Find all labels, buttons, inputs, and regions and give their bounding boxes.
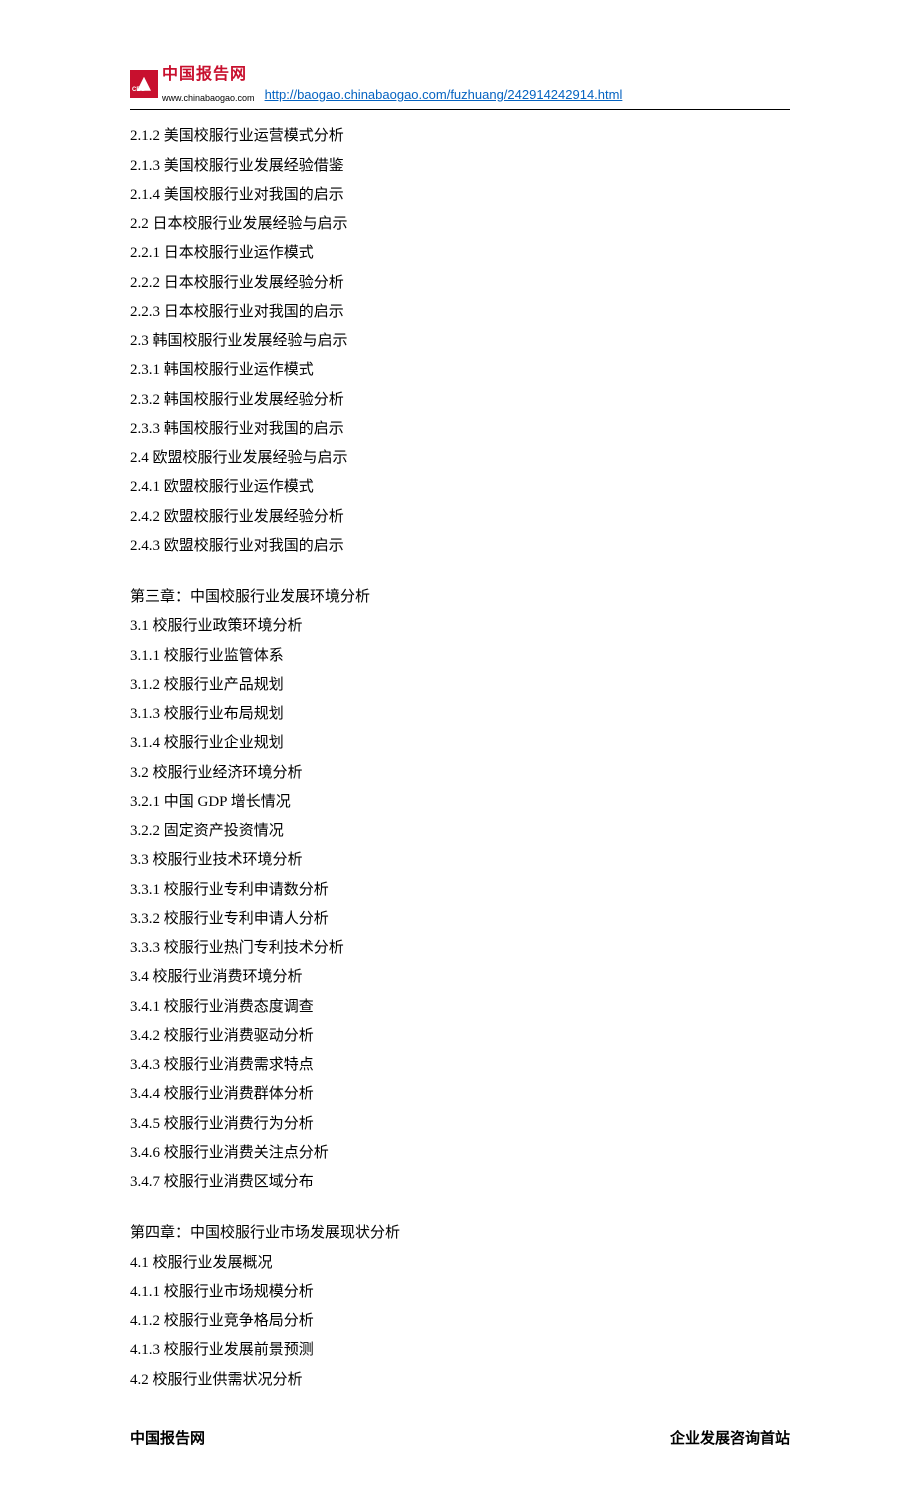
toc-item: 3.4.7 校服行业消费区域分布: [130, 1168, 790, 1197]
header-link[interactable]: http://baogao.chinabaogao.com/fuzhuang/2…: [265, 83, 623, 108]
toc-item: 2.2 日本校服行业发展经验与启示: [130, 210, 790, 239]
toc-item: 4.2 校服行业供需状况分析: [130, 1366, 790, 1395]
toc-item: 2.3.3 韩国校服行业对我国的启示: [130, 415, 790, 444]
toc-item: 2.1.2 美国校服行业运营模式分析: [130, 122, 790, 151]
toc-item: 3.3 校服行业技术环境分析: [130, 846, 790, 875]
footer-left: 中国报告网: [130, 1425, 205, 1454]
logo-subtitle: www.chinabaogao.com: [162, 90, 255, 107]
footer-right: 企业发展咨询首站: [670, 1425, 790, 1454]
toc-item: 3.2.1 中国 GDP 增长情况: [130, 788, 790, 817]
toc-item: 4.1.3 校服行业发展前景预测: [130, 1336, 790, 1365]
toc-item: 3.4.3 校服行业消费需求特点: [130, 1051, 790, 1080]
toc-content: 2.1.2 美国校服行业运营模式分析 2.1.3 美国校服行业发展经验借鉴 2.…: [130, 122, 790, 1395]
logo-block: CBG 中国报告网 www.chinabaogao.com: [130, 60, 255, 107]
toc-item: 2.4.1 欧盟校服行业运作模式: [130, 473, 790, 502]
toc-item: 3.4.1 校服行业消费态度调查: [130, 993, 790, 1022]
toc-item: 3.1.4 校服行业企业规划: [130, 729, 790, 758]
toc-item: 2.1.4 美国校服行业对我国的启示: [130, 181, 790, 210]
toc-item: 3.1.3 校服行业布局规划: [130, 700, 790, 729]
toc-item: 3.4.5 校服行业消费行为分析: [130, 1110, 790, 1139]
chapter-title: 第三章：中国校服行业发展环境分析: [130, 583, 790, 612]
toc-item: 4.1 校服行业发展概况: [130, 1249, 790, 1278]
toc-item: 3.1 校服行业政策环境分析: [130, 612, 790, 641]
toc-item: 2.3 韩国校服行业发展经验与启示: [130, 327, 790, 356]
logo-title: 中国报告网: [162, 60, 255, 90]
toc-item: 2.4.3 欧盟校服行业对我国的启示: [130, 532, 790, 561]
toc-item: 3.3.2 校服行业专利申请人分析: [130, 905, 790, 934]
toc-item: 2.2.2 日本校服行业发展经验分析: [130, 269, 790, 298]
toc-item: 3.3.3 校服行业热门专利技术分析: [130, 934, 790, 963]
toc-item: 2.3.2 韩国校服行业发展经验分析: [130, 386, 790, 415]
toc-item: 2.2.3 日本校服行业对我国的启示: [130, 298, 790, 327]
toc-item: 2.3.1 韩国校服行业运作模式: [130, 356, 790, 385]
toc-item: 4.1.1 校服行业市场规模分析: [130, 1278, 790, 1307]
toc-item: 3.1.2 校服行业产品规划: [130, 671, 790, 700]
page-header: CBG 中国报告网 www.chinabaogao.com http://bao…: [130, 60, 790, 110]
toc-item: 3.4.4 校服行业消费群体分析: [130, 1080, 790, 1109]
logo-cbg-text: CBG: [132, 85, 145, 96]
toc-item: 2.1.3 美国校服行业发展经验借鉴: [130, 152, 790, 181]
toc-item: 4.1.2 校服行业竞争格局分析: [130, 1307, 790, 1336]
logo-text-block: 中国报告网 www.chinabaogao.com: [162, 60, 255, 107]
chapter-title: 第四章：中国校服行业市场发展现状分析: [130, 1219, 790, 1248]
logo-icon: CBG: [130, 70, 158, 98]
toc-item: 3.2.2 固定资产投资情况: [130, 817, 790, 846]
toc-item: 3.3.1 校服行业专利申请数分析: [130, 876, 790, 905]
toc-item: 2.2.1 日本校服行业运作模式: [130, 239, 790, 268]
toc-item: 2.4 欧盟校服行业发展经验与启示: [130, 444, 790, 473]
page-footer: 中国报告网 企业发展咨询首站: [130, 1425, 790, 1454]
toc-item: 3.4.6 校服行业消费关注点分析: [130, 1139, 790, 1168]
toc-item: 3.4 校服行业消费环境分析: [130, 963, 790, 992]
toc-item: 2.4.2 欧盟校服行业发展经验分析: [130, 503, 790, 532]
toc-item: 3.4.2 校服行业消费驱动分析: [130, 1022, 790, 1051]
toc-item: 3.2 校服行业经济环境分析: [130, 759, 790, 788]
toc-item: 3.1.1 校服行业监管体系: [130, 642, 790, 671]
